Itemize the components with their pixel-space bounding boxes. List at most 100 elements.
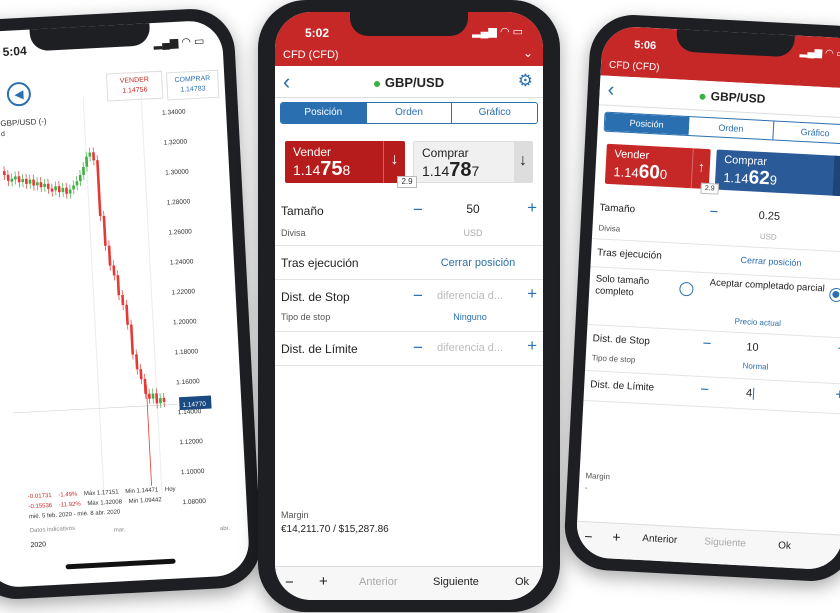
limit-input[interactable]: diferencia d... [437, 342, 503, 354]
buy-button[interactable]: Comprar 1.14629 ↑ [714, 149, 840, 197]
tab-chart[interactable]: Gráfico [773, 121, 840, 143]
tab-position[interactable]: Posición [604, 112, 690, 136]
stop-minus-button[interactable]: − [702, 335, 712, 352]
after-exec-label: Tras ejecución [281, 256, 359, 270]
y-tick-label: 1.12000 [179, 438, 203, 446]
sell-price-big: 75 [320, 158, 343, 180]
toolbar-minus-button[interactable]: − [584, 528, 593, 544]
limit-plus-button[interactable]: + [527, 336, 537, 356]
candle-body [2, 170, 6, 176]
stop-plus-button[interactable]: + [527, 284, 537, 304]
size-minus-button[interactable]: − [413, 200, 423, 220]
ok-button[interactable]: Ok [515, 576, 529, 588]
after-exec-row: Tras ejecución Cerrar posición [275, 246, 543, 280]
x-label-mar: mar. [113, 527, 126, 534]
price-chart[interactable]: 1.34000 1.32000 1.30000 1.28000 1.26000 1.240… [0, 89, 245, 521]
y-tick-label: 1.18000 [174, 348, 198, 356]
candle-body [125, 304, 129, 325]
size-minus-button[interactable]: − [709, 203, 719, 220]
chevron-down-icon[interactable]: ⌄ [523, 46, 533, 60]
stop-input[interactable]: diferencia d... [437, 290, 503, 302]
gear-icon[interactable]: ⚙ [518, 71, 533, 91]
current-price-link[interactable]: Precio actual [708, 315, 808, 329]
account-selector[interactable]: CFD (CFD) [283, 49, 339, 61]
keyboard-toolbar: − + Anterior Siguiente Ok [275, 566, 543, 600]
previous-button[interactable]: Anterior [642, 533, 678, 546]
limit-minus-button[interactable]: − [700, 381, 710, 398]
sell-price: 1.14600 [613, 160, 668, 185]
next-button[interactable]: Siguiente [433, 576, 479, 588]
pair-label: GBP/USD [384, 75, 445, 90]
status-icons: ▂▄▆ ◠ ▭ [799, 46, 840, 61]
candle-body [61, 187, 65, 193]
tab-position[interactable]: Posición [281, 103, 367, 123]
currency-value: USD [463, 228, 483, 238]
candle-body [96, 160, 102, 217]
buy-price: 1.14629 [723, 166, 778, 191]
sell-price-pre: 1.14 [293, 162, 321, 178]
candle-body [162, 397, 166, 403]
candle-body [78, 175, 82, 182]
toolbar-plus-button[interactable]: + [319, 573, 328, 590]
size-row: Tamaño − 50 + Divisa USD [275, 194, 543, 246]
y-tick-label: 1.32000 [163, 138, 187, 146]
sell-button[interactable]: Vender 1.14758 ↓ [285, 141, 405, 183]
sell-price-big: 60 [638, 161, 661, 184]
limit-minus-button[interactable]: − [413, 338, 423, 358]
buy-price-post: 7 [471, 163, 480, 179]
fill-option-partial-radio[interactable] [828, 287, 840, 303]
candle-body [6, 174, 10, 181]
stop-type-select[interactable]: Ninguno [425, 312, 515, 322]
y-tick-label: 1.10000 [181, 468, 205, 476]
size-input[interactable]: 0.25 [739, 209, 800, 224]
tab-chart[interactable]: Gráfico [452, 103, 537, 123]
size-input[interactable]: 50 [443, 202, 503, 216]
phone-right: 5:06 ▂▄▆ ◠ ▭ CFD (CFD) ⌄ ‹ GBP/USD ⚙ Pos… [562, 12, 840, 584]
candle-body [10, 178, 14, 182]
candle-body [72, 185, 75, 190]
candle-body [14, 176, 17, 180]
sell-button[interactable]: Vender 1.14600 ↑ [604, 143, 711, 190]
stop-type-label: Tipo de stop [591, 353, 636, 365]
sell-price-post: 0 [659, 166, 668, 182]
stop-minus-button[interactable]: − [413, 286, 423, 306]
after-exec-select[interactable]: Cerrar posición [721, 254, 821, 269]
market-open-icon [699, 93, 706, 100]
toolbar-plus-button[interactable]: + [612, 529, 621, 545]
after-exec-select[interactable]: Cerrar posición [425, 257, 531, 269]
ok-button[interactable]: Ok [778, 540, 791, 552]
next-button[interactable]: Siguiente [704, 536, 746, 549]
sell-price: 1.14758 [293, 158, 350, 181]
toolbar-minus-button[interactable]: − [285, 574, 294, 591]
spread-badge: 2.9 [397, 176, 417, 188]
stop-input[interactable]: 10 [732, 341, 773, 355]
tab-order[interactable]: Orden [688, 117, 774, 140]
size-plus-button[interactable]: + [527, 198, 537, 218]
fill-option-full-label: Solo tamaño completo [594, 273, 650, 299]
previous-button[interactable]: Anterior [359, 576, 398, 588]
buy-button[interactable]: Comprar 1.14787 ↓ [413, 141, 533, 183]
currency-value: USD [759, 231, 777, 242]
fill-option-full-radio[interactable] [679, 281, 694, 297]
instrument-title: GBP/USD [599, 83, 840, 111]
buy-arrow-icon: ↑ [832, 155, 840, 197]
account-selector[interactable]: CFD (CFD) [609, 60, 660, 74]
candle-body [46, 183, 50, 189]
limit-input[interactable]: 4 [730, 387, 771, 401]
candle-body [129, 324, 135, 355]
y-tick-label: 1.08000 [182, 498, 206, 506]
size-label: Tamaño [281, 204, 324, 218]
candle-body [112, 265, 116, 276]
margin-value: - [584, 483, 588, 493]
buy-label: Comprar [422, 146, 469, 160]
stop-type-select[interactable]: Normal [715, 360, 795, 373]
tab-order[interactable]: Orden [367, 103, 453, 123]
spread-badge: 2.9 [700, 182, 719, 195]
buy-price-big: 78 [449, 159, 472, 181]
order-screen-right: 5:06 ▂▄▆ ◠ ▭ CFD (CFD) ⌄ ‹ GBP/USD ⚙ Pos… [575, 25, 840, 571]
nav-bar: ‹ GBP/USD ⚙ [275, 66, 543, 98]
candle-body [57, 186, 61, 193]
candle-body [68, 189, 72, 194]
candle-body [39, 182, 43, 188]
limit-plus-button[interactable]: + [835, 386, 840, 403]
